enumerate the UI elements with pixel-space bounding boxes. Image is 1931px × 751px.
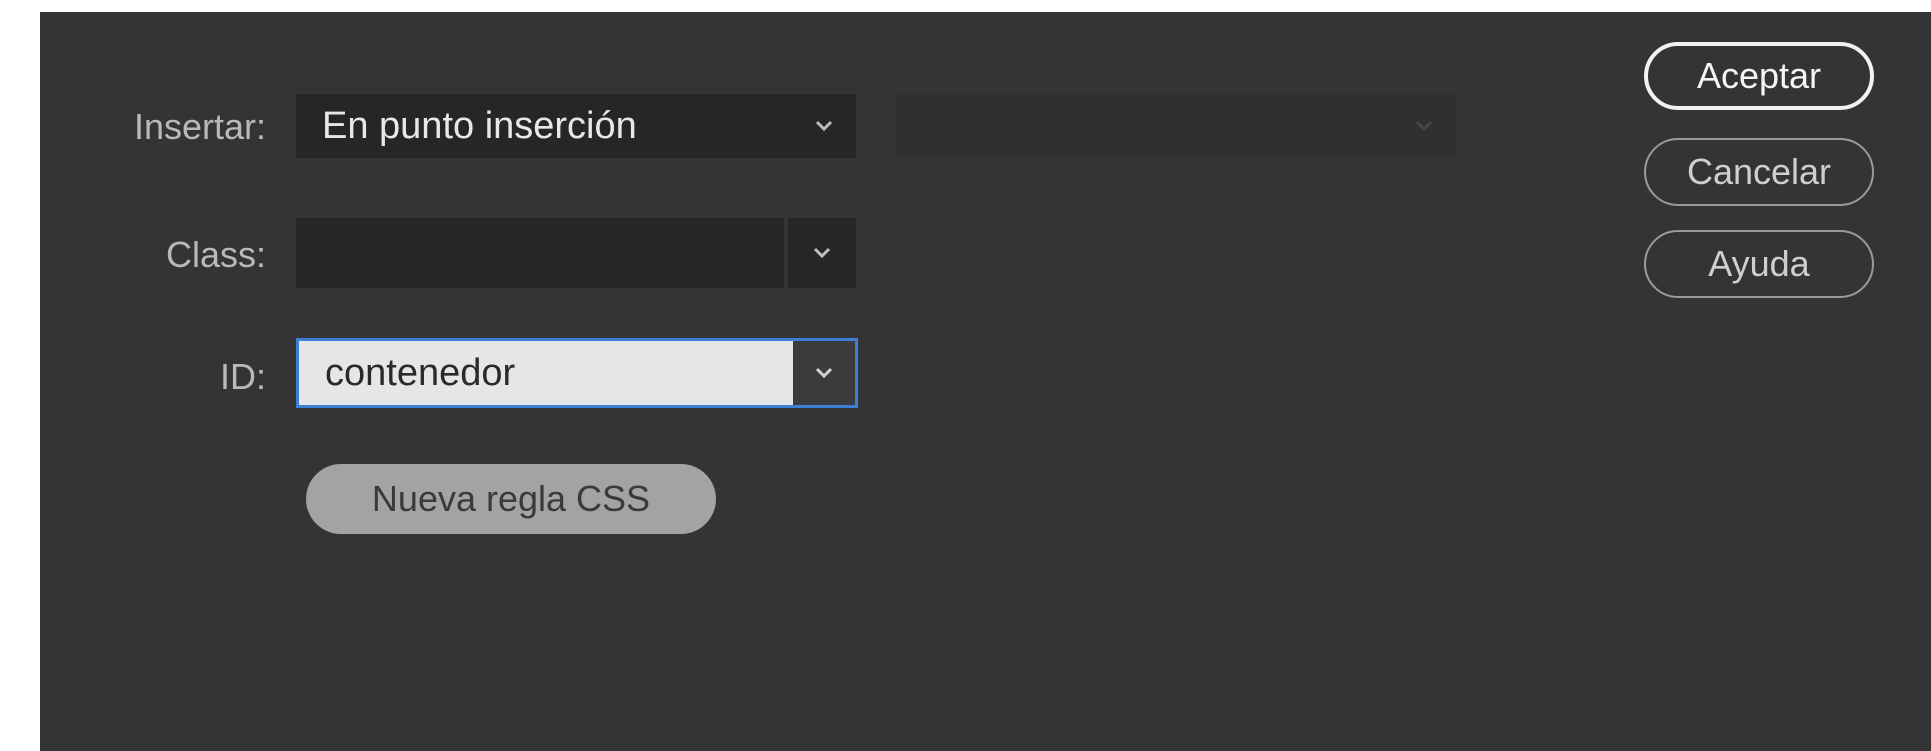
insert-target-select [896, 94, 1456, 158]
insert-div-dialog: Insertar: En punto inserción Class: ID: … [40, 12, 1931, 751]
ok-button[interactable]: Aceptar [1644, 42, 1874, 110]
insert-label: Insertar: [133, 106, 266, 147]
id-combobox[interactable]: contenedor [296, 338, 858, 408]
class-combobox[interactable] [296, 218, 856, 288]
chevron-down-icon[interactable] [793, 341, 855, 405]
help-button[interactable]: Ayuda [1644, 230, 1874, 298]
chevron-down-icon [1392, 94, 1456, 158]
id-label: ID: [219, 356, 266, 397]
new-css-rule-button[interactable]: Nueva regla CSS [306, 464, 716, 534]
id-input[interactable]: contenedor [325, 341, 515, 405]
insert-position-select[interactable]: En punto inserción [296, 94, 856, 158]
insert-position-value: En punto inserción [322, 105, 637, 147]
chevron-down-icon [792, 94, 856, 158]
class-label: Class: [165, 234, 266, 275]
cancel-button[interactable]: Cancelar [1644, 138, 1874, 206]
chevron-down-icon[interactable] [788, 218, 856, 288]
